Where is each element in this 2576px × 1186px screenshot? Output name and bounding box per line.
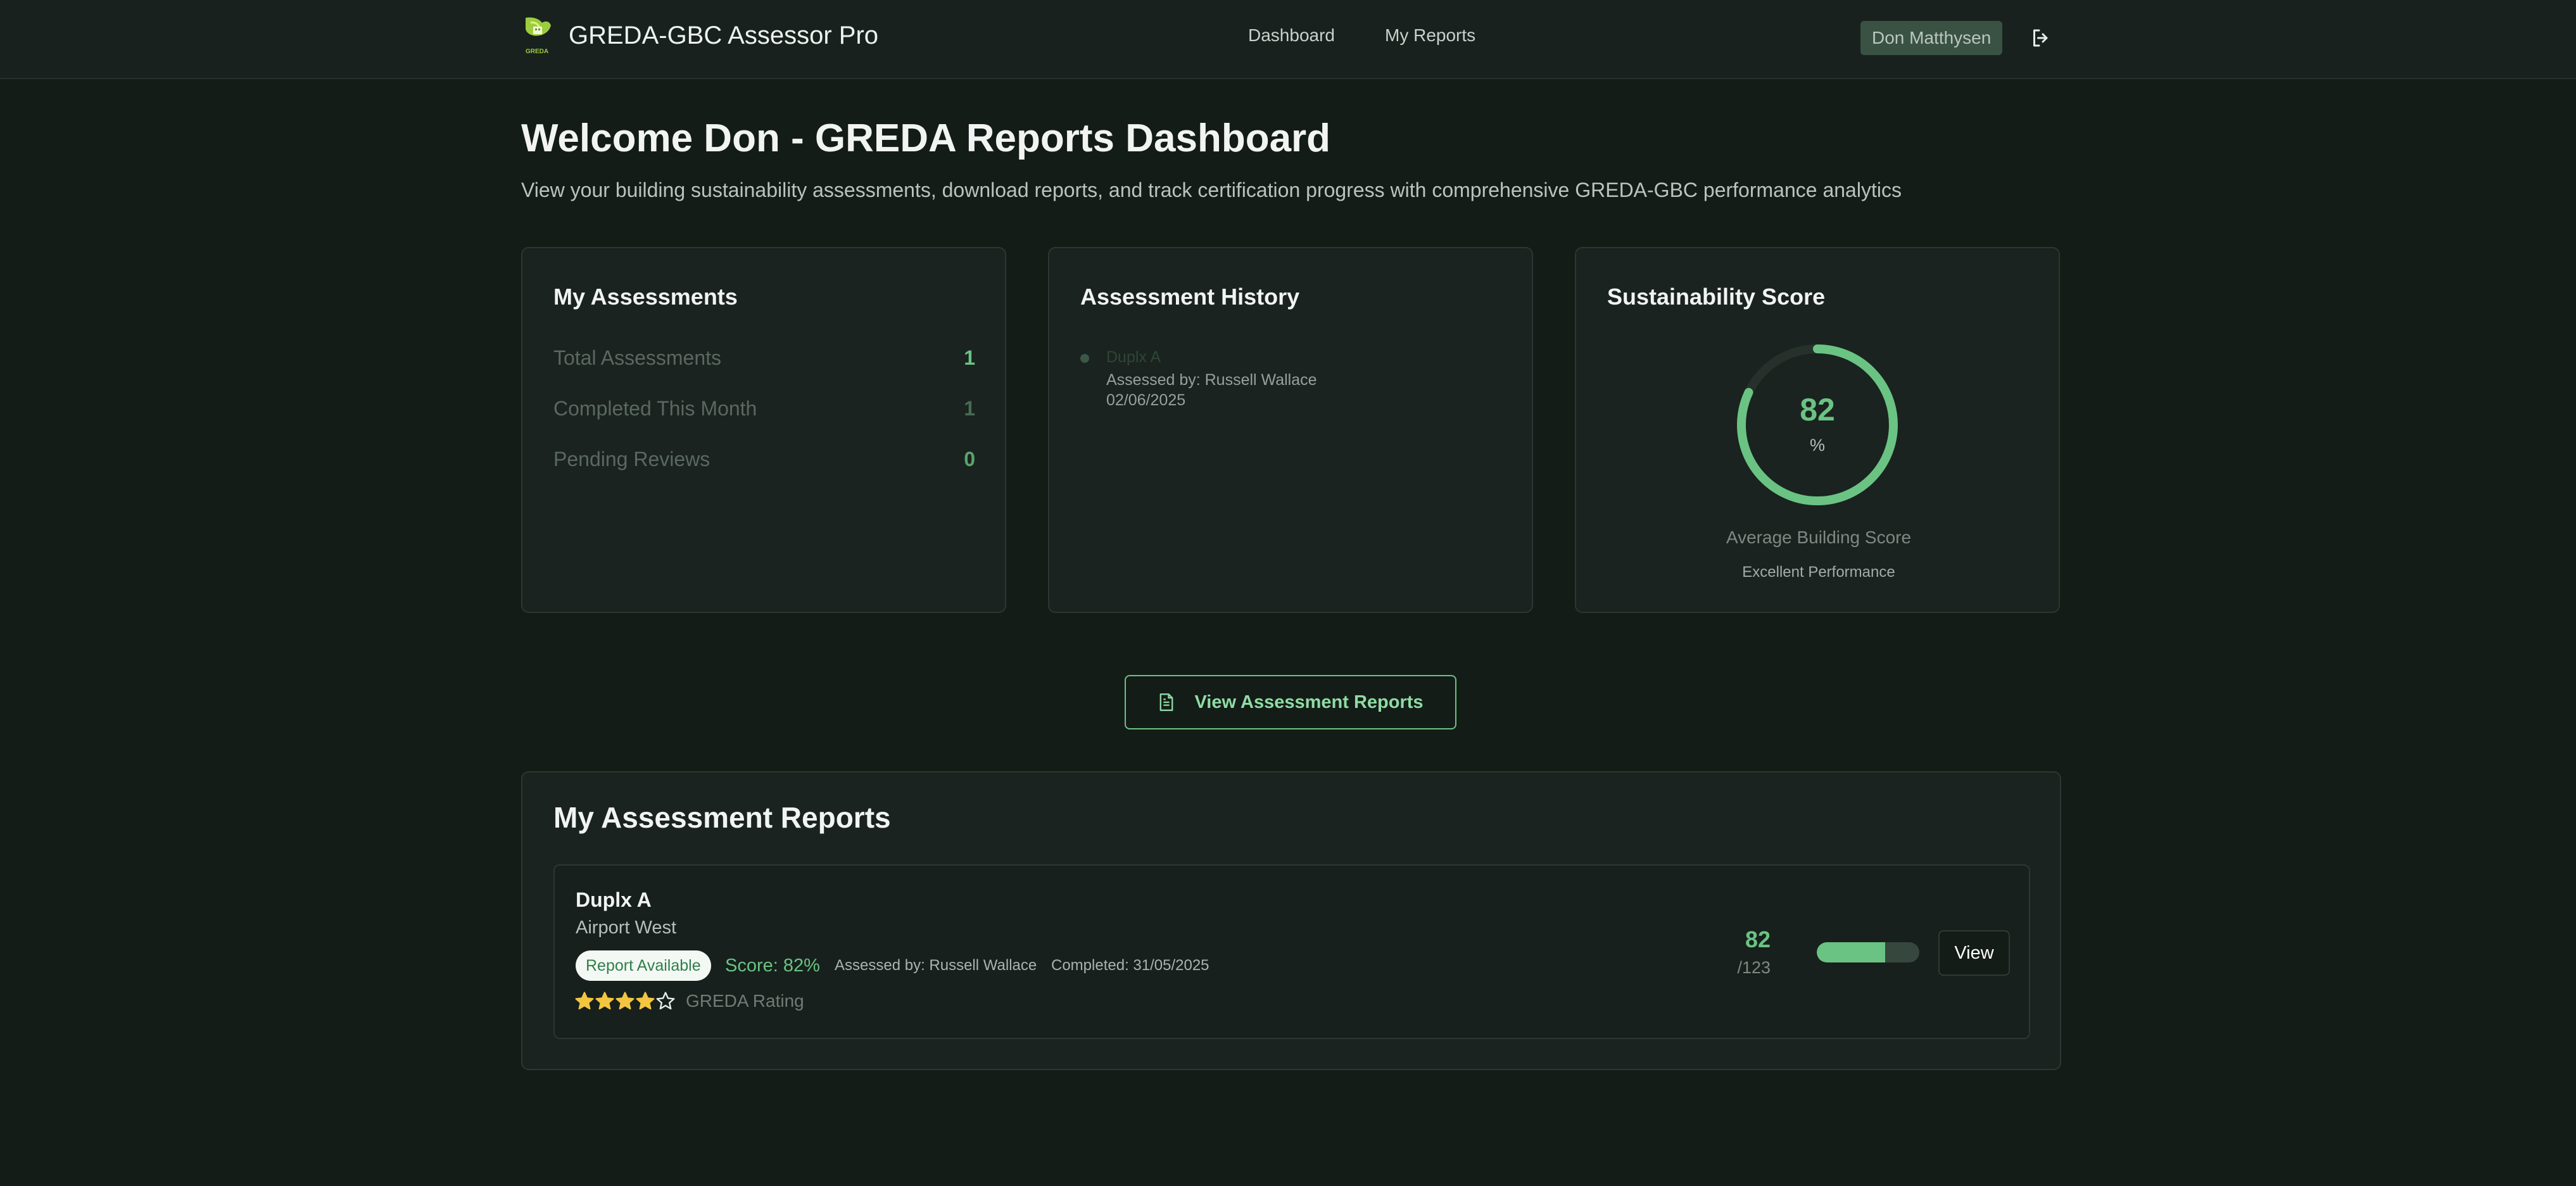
report-points-max: /123 [1737,958,1771,977]
report-name: Duplx A [576,888,652,911]
report-score-text: Score: 82% [725,956,820,976]
card-title: Assessment History [1080,284,1300,310]
stat-completed-this-month: Completed This Month 1 [553,397,975,420]
greda-logo: GREDA [526,17,551,55]
stat-label: Total Assessments [553,346,721,369]
history-item-date: 02/06/2025 [1106,391,1186,409]
stat-label: Completed This Month [553,397,757,420]
user-name-chip[interactable]: Don Matthysen [1860,21,2003,55]
card-title: My Assessments [553,284,738,310]
sustainability-score-card: Sustainability Score 82 % Average Buildi… [1575,247,2060,613]
report-available-badge: Report Available [576,950,711,981]
assessment-history-card: Assessment History Duplx A Assessed by: … [1048,247,1533,613]
score-unit: % [1809,436,1825,455]
star-empty-icon [656,992,675,1010]
greda-rating-stars: GREDA Rating [574,991,804,1011]
score-value: 82 [1800,392,1835,427]
logout-icon[interactable] [2030,27,2052,49]
card-title: Sustainability Score [1607,284,1826,310]
history-item-assessor: Assessed by: Russell Wallace [1106,371,1317,389]
page-title: Welcome Don - GREDA Reports Dashboard [521,117,1331,160]
top-navigation-bar: GREDA GREDA-GBC Assessor Pro Dashboard M… [0,0,2576,79]
star-list [574,991,676,1011]
stat-pending-reviews: Pending Reviews 0 [553,448,975,471]
stat-label: Pending Reviews [553,448,710,470]
score-caption: Average Building Score [1726,527,1912,547]
svg-text:GREDA: GREDA [526,48,548,55]
nav-dashboard[interactable]: Dashboard [1248,25,1335,46]
report-progress-fill [1817,942,1886,962]
report-points: 82 [1745,926,1771,952]
rating-label: GREDA Rating [686,991,804,1011]
star-filled-icon [575,992,594,1010]
nav-my-reports[interactable]: My Reports [1385,25,1475,46]
view-assessment-reports-button[interactable]: View Assessment Reports [1125,675,1456,729]
report-card: Duplx A Airport West Report Available Sc… [553,864,2030,1039]
view-report-button[interactable]: View [1938,930,2010,976]
star-filled-icon [595,992,614,1010]
timeline-dot [1080,354,1089,363]
report-location: Airport West [576,918,677,938]
stat-value: 1 [964,397,975,420]
my-assessment-reports-panel: My Assessment Reports Duplx A Airport We… [521,771,2061,1070]
star-filled-icon [616,992,635,1010]
app-title: GREDA-GBC Assessor Pro [569,21,879,49]
history-item-name[interactable]: Duplx A [1106,348,1161,367]
report-completed-date: Completed: 31/05/2025 [1051,957,1209,974]
report-progress-bar [1817,942,1919,962]
report-assessor: Assessed by: Russell Wallace [835,957,1037,974]
brand[interactable]: GREDA GREDA-GBC Assessor Pro [521,15,878,56]
view-assessment-reports-label: View Assessment Reports [1194,691,1424,712]
stat-value: 1 [964,346,975,369]
document-icon [1160,693,1173,711]
score-performance: Excellent Performance [1742,564,1895,581]
reports-title: My Assessment Reports [553,801,891,834]
stat-value: 0 [964,448,975,470]
my-assessments-card: My Assessments Total Assessments 1 Compl… [521,247,1006,613]
star-filled-icon [636,992,655,1010]
stat-total-assessments: Total Assessments 1 [553,346,975,370]
page-subtitle: View your building sustainability assess… [521,179,1902,201]
